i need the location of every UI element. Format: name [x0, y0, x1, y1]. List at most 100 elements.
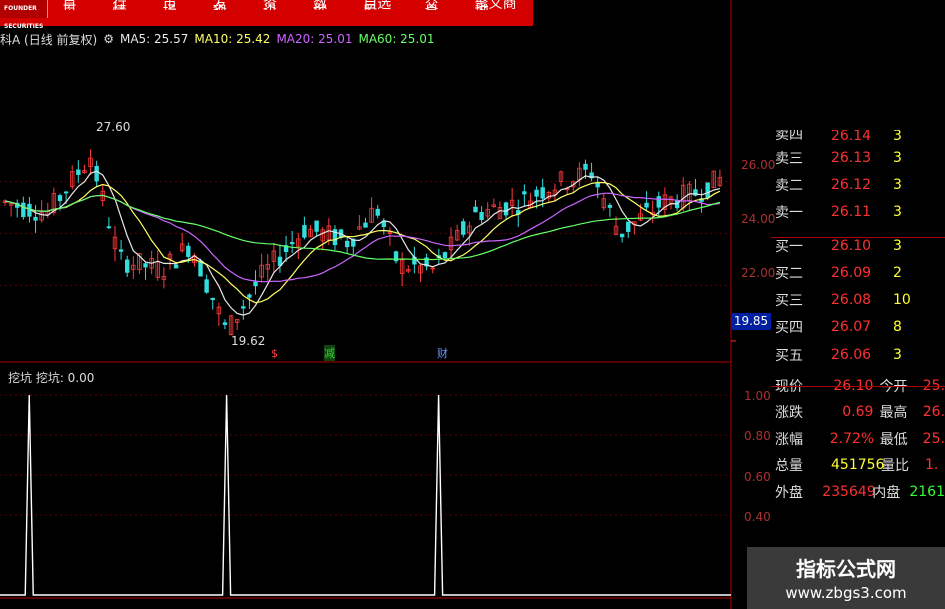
candle-body: [540, 187, 545, 199]
buy-vol: 2: [893, 264, 902, 281]
stat-value: 2.72%: [829, 430, 875, 447]
buy-label: 买五: [775, 347, 803, 364]
candle-body: [314, 220, 319, 232]
buy-vol: 8: [893, 319, 902, 336]
buy-price: 26.09: [831, 264, 872, 281]
stat-label-2: 量比: [881, 458, 909, 475]
candle-body: [705, 182, 710, 199]
buy-label: 买四: [775, 320, 803, 337]
indicator-title: 挖坑 挖坑: 0.00: [8, 371, 95, 385]
candle-body: [302, 225, 307, 238]
watermark-url: www.zbgs3.com: [785, 584, 907, 602]
sell-row[interactable]: 卖二 26.12 3: [771, 171, 945, 198]
candle-body: [607, 204, 613, 208]
candle-body: [375, 208, 380, 216]
candle-body: [626, 221, 631, 232]
candle-body: [204, 279, 209, 293]
sell-label: 卖二: [775, 177, 803, 194]
dividend-marker[interactable]: $: [271, 347, 278, 360]
buy-price: 26.06: [831, 346, 872, 363]
candle-body: [442, 252, 448, 259]
buy-row[interactable]: 买四 26.07 8: [771, 314, 945, 341]
sell-label: 卖四: [775, 130, 803, 143]
buy-price: 26.08: [831, 292, 872, 309]
buy-price: 26.07: [831, 319, 872, 336]
stat-label-2: 最低: [879, 431, 908, 448]
stat-value-2: 26.: [922, 404, 945, 421]
candle-body: [503, 202, 509, 216]
ind-tick-080: 0.80: [744, 429, 771, 443]
candle-body: [534, 189, 539, 197]
ma-line-ma20: [4, 192, 720, 283]
quote-panel: 卖四 26.14 3 卖三 26.13 3 卖二 26.12 3 卖一 26.1…: [771, 130, 945, 505]
candle-body: [106, 226, 112, 229]
candle-body: [522, 191, 527, 195]
candle-body: [253, 281, 258, 287]
current-price-tag: 19.85: [731, 313, 771, 330]
candle-body: [210, 297, 215, 301]
candle-body: [57, 195, 63, 201]
stat-label: 涨幅: [775, 431, 803, 448]
sell-price: 26.11: [831, 204, 872, 221]
ind-tick-100: 1.00: [744, 389, 771, 403]
ma-line-ma5: [4, 170, 721, 316]
candle-body: [33, 216, 38, 221]
stat-value: 235649: [822, 483, 876, 500]
stat-row: 总量 451756 量比 1.: [771, 452, 945, 479]
candle-body: [479, 212, 484, 220]
candle-body: [125, 259, 130, 273]
candle-body: [473, 206, 478, 213]
buy-vol: 3: [893, 346, 902, 363]
sell-vol: 3: [893, 149, 902, 166]
stat-value: 0.69: [842, 404, 874, 421]
candle-body: [118, 249, 124, 252]
candle-body: [94, 165, 99, 182]
low-annotation: 19.62: [231, 334, 266, 348]
panel-divider: [771, 237, 945, 238]
candle-body: [656, 196, 661, 208]
candle-body: [63, 191, 69, 194]
stat-row: 外盘 235649 内盘 2161: [771, 478, 945, 505]
sell-vol: 3: [893, 176, 902, 193]
stat-label-2: 最高: [879, 405, 908, 422]
candle-body: [76, 169, 81, 175]
finance-marker[interactable]: 财: [437, 345, 448, 361]
candle-body: [173, 264, 179, 269]
ind-tick-040: 0.40: [744, 510, 771, 524]
candle-body: [363, 222, 368, 228]
candle-body: [289, 242, 295, 245]
buy-row[interactable]: 买五 26.06 3: [771, 341, 945, 368]
buy-row[interactable]: 买二 26.09 2: [771, 259, 945, 286]
panel-divider: [771, 386, 945, 387]
buy-row[interactable]: 买一 26.10 3: [771, 232, 945, 259]
sell-price: 26.12: [831, 176, 872, 193]
stat-label: 外盘: [775, 484, 803, 501]
buy-row[interactable]: 买三 26.08 10: [771, 286, 945, 313]
candle-body: [143, 263, 148, 268]
candle-body: [644, 202, 649, 208]
buy-label: 买二: [775, 265, 803, 282]
sell-row[interactable]: 卖三 26.13 3: [771, 144, 945, 171]
watermark-title: 指标公式网: [796, 557, 896, 581]
ind-tick-060: 0.60: [744, 470, 771, 484]
buy-price: 26.10: [831, 237, 872, 254]
candle-body: [198, 260, 203, 277]
sell-label: 卖一: [775, 205, 803, 222]
candle-body: [241, 306, 246, 309]
reduction-marker[interactable]: 减: [324, 345, 335, 361]
stat-label-2: 内盘: [872, 484, 901, 501]
kline-chart[interactable]: [0, 0, 771, 609]
stat-row: 涨幅 2.72% 最低 25.: [771, 425, 945, 452]
sell-row[interactable]: 卖一 26.11 3: [771, 199, 945, 226]
ma-line-ma10: [4, 181, 721, 304]
candle-body: [247, 294, 252, 298]
candle-body: [595, 182, 600, 188]
stat-row: 涨跌 0.69 最高 26.: [771, 399, 945, 426]
sell-row[interactable]: 卖四 26.14 3: [771, 130, 945, 144]
stat-value: 451756: [831, 457, 885, 474]
sell-vol: 3: [893, 204, 902, 221]
candle-body: [222, 322, 228, 325]
stat-label: 总量: [775, 458, 803, 475]
sell-price: 26.13: [831, 149, 872, 166]
stat-value-2: 2161: [909, 483, 945, 500]
